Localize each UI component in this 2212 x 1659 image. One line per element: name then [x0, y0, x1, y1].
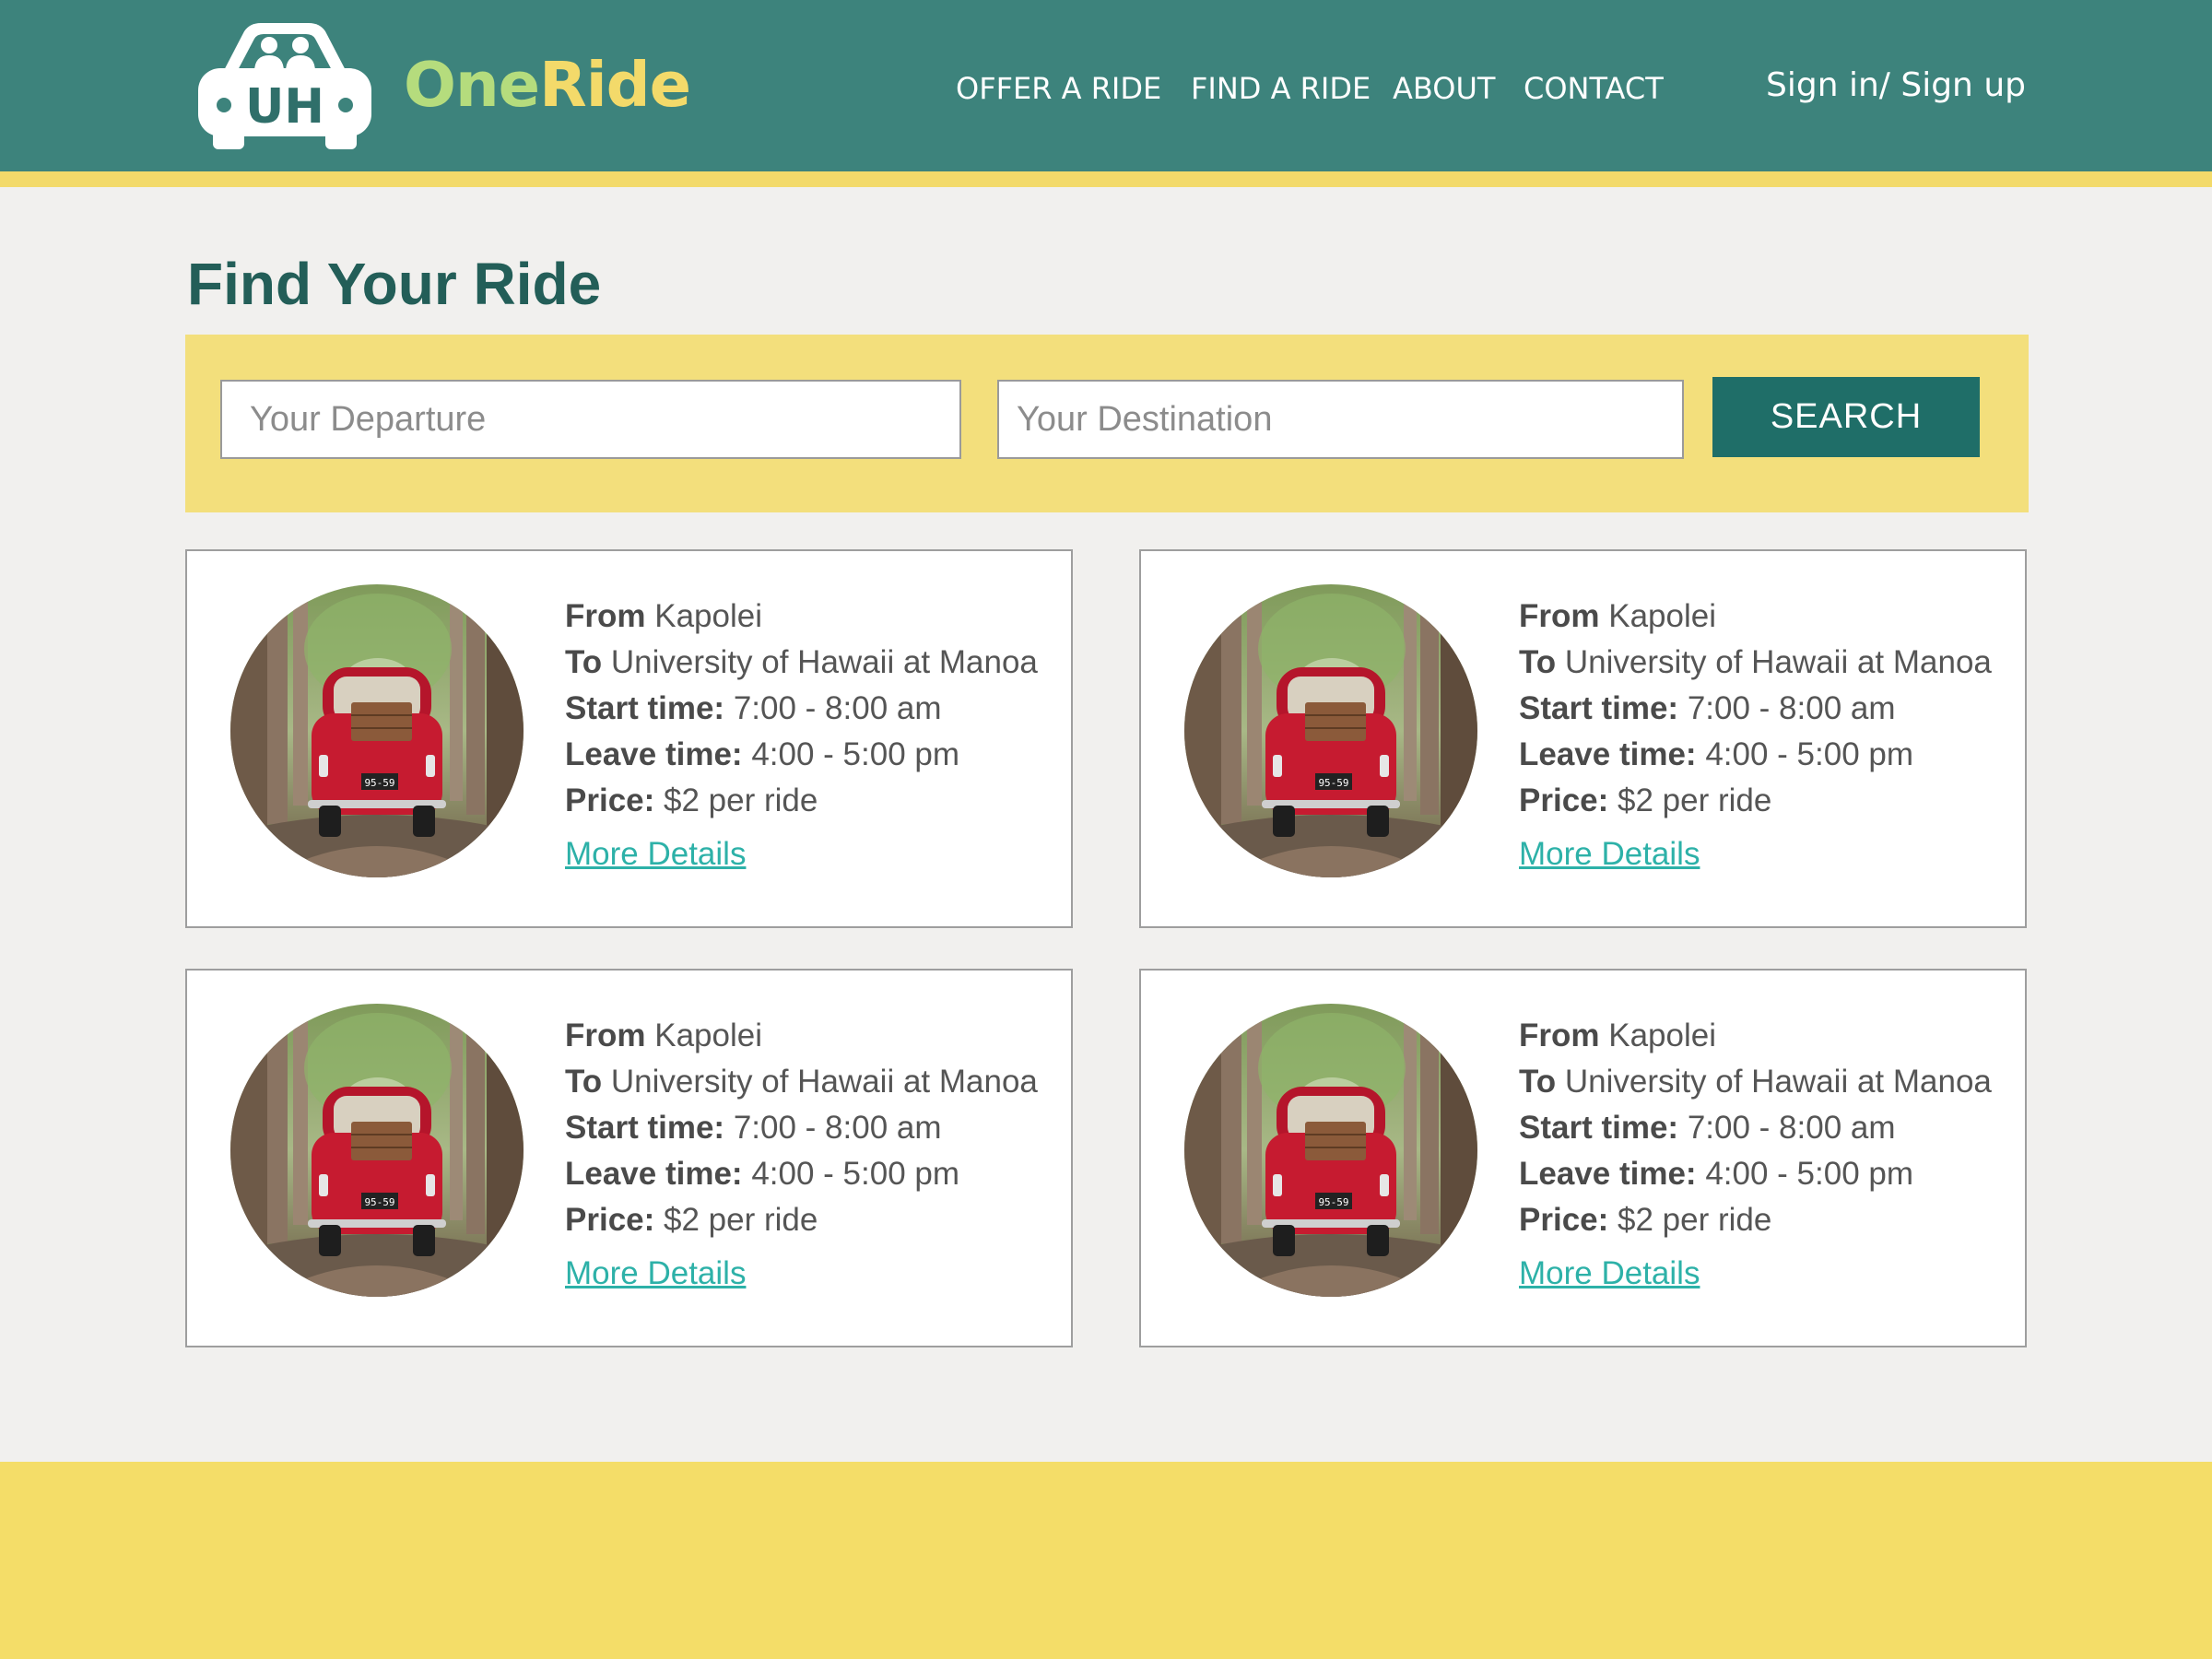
page-title: Find Your Ride: [187, 251, 602, 317]
ride-price-value: $2 per ride: [1618, 1202, 1772, 1238]
ride-leave-time: Leave time: 4:00 - 5:00 pm: [1519, 1151, 1992, 1197]
ride-price-value: $2 per ride: [664, 1202, 818, 1238]
ride-from: From Kapolei: [1519, 1013, 1992, 1059]
ride-from-label: From: [565, 1018, 646, 1053]
ride-from-label: From: [1519, 598, 1600, 634]
car-logo-icon[interactable]: UH: [196, 20, 373, 149]
nav-find-a-ride[interactable]: FIND A RIDE: [1191, 68, 1371, 109]
ride-to-label: To: [1519, 644, 1557, 680]
ride-info: From Kapolei To University of Hawaii at M…: [1519, 1013, 1992, 1293]
ride-price-label: Price:: [565, 782, 655, 818]
ride-from-value: Kapolei: [1608, 1018, 1716, 1053]
ride-leave-time-value: 4:00 - 5:00 pm: [751, 736, 960, 772]
more-details-link[interactable]: More Details: [1519, 835, 1700, 874]
ride-price-label: Price:: [1519, 1202, 1609, 1238]
ride-car-photo: 95-59: [230, 1004, 524, 1297]
ride-start-time: Start time: 7:00 - 8:00 am: [565, 686, 1038, 732]
ride-leave-time-label: Leave time:: [1519, 1156, 1697, 1192]
ride-price-value: $2 per ride: [1618, 782, 1772, 818]
header-accent-stripe: [0, 171, 2212, 187]
ride-leave-time-value: 4:00 - 5:00 pm: [751, 1156, 960, 1192]
nav-about[interactable]: ABOUT: [1393, 68, 1495, 109]
ride-price-label: Price:: [1519, 782, 1609, 818]
ride-to-label: To: [565, 1064, 603, 1100]
ride-to: To University of Hawaii at Manoa: [1519, 640, 1992, 686]
ride-start-time-label: Start time:: [1519, 1110, 1679, 1146]
search-button[interactable]: SEARCH: [1712, 377, 1980, 457]
car-plate-text: 95-59: [1318, 1196, 1348, 1208]
ride-price-value: $2 per ride: [664, 782, 818, 818]
ride-from-value: Kapolei: [1608, 598, 1716, 634]
ride-to: To University of Hawaii at Manoa: [1519, 1059, 1992, 1105]
ride-start-time-label: Start time:: [1519, 690, 1679, 726]
ride-info: From Kapolei To University of Hawaii at M…: [565, 594, 1038, 874]
ride-from: From Kapolei: [1519, 594, 1992, 640]
ride-start-time: Start time: 7:00 - 8:00 am: [1519, 686, 1992, 732]
logo-letters: UH: [245, 79, 324, 135]
more-details-link[interactable]: More Details: [565, 1254, 746, 1293]
ride-to-label: To: [565, 644, 603, 680]
ride-info: From Kapolei To University of Hawaii at M…: [565, 1013, 1038, 1293]
ride-start-time-label: Start time:: [565, 690, 725, 726]
nav-offer-a-ride[interactable]: OFFER A RIDE: [956, 68, 1161, 109]
ride-price: Price: $2 per ride: [1519, 1197, 1992, 1243]
more-details-link[interactable]: More Details: [565, 835, 746, 874]
site-footer: [0, 1462, 2212, 1659]
ride-leave-time: Leave time: 4:00 - 5:00 pm: [1519, 732, 1992, 778]
ride-card: 95-59 From Kapolei To University of Hawai…: [1139, 549, 2027, 928]
car-plate-text: 95-59: [364, 1196, 394, 1208]
ride-card: 95-59 From Kapolei To University of Hawai…: [1139, 969, 2027, 1347]
ride-card: 95-59 From Kapolei To University of Hawai…: [185, 969, 1073, 1347]
ride-to-value: University of Hawaii at Manoa: [1564, 1064, 1992, 1100]
ride-start-time-value: 7:00 - 8:00 am: [733, 1110, 942, 1146]
ride-to-value: University of Hawaii at Manoa: [610, 644, 1038, 680]
site-header: UH OneRide OFFER A RIDE FIND A RIDE ABOU…: [0, 0, 2212, 171]
ride-start-time: Start time: 7:00 - 8:00 am: [1519, 1105, 1992, 1151]
ride-start-time-value: 7:00 - 8:00 am: [733, 690, 942, 726]
car-plate-text: 95-59: [1318, 777, 1348, 789]
more-details-link[interactable]: More Details: [1519, 1254, 1700, 1293]
ride-to: To University of Hawaii at Manoa: [565, 640, 1038, 686]
ride-from-label: From: [1519, 1018, 1600, 1053]
search-bar: SEARCH: [185, 335, 2029, 512]
ride-from: From Kapolei: [565, 1013, 1038, 1059]
ride-leave-time-label: Leave time:: [565, 736, 743, 772]
ride-from-value: Kapolei: [654, 1018, 762, 1053]
signin-link[interactable]: Sign in/ Sign up: [1766, 63, 2026, 109]
brand-name-ride: Ride: [539, 49, 691, 121]
ride-car-photo: 95-59: [230, 584, 524, 877]
ride-to-label: To: [1519, 1064, 1557, 1100]
destination-input[interactable]: [997, 380, 1684, 459]
ride-to-value: University of Hawaii at Manoa: [610, 1064, 1038, 1100]
ride-start-time: Start time: 7:00 - 8:00 am: [565, 1105, 1038, 1151]
ride-start-time-value: 7:00 - 8:00 am: [1687, 1110, 1896, 1146]
ride-price: Price: $2 per ride: [565, 1197, 1038, 1243]
ride-leave-time-label: Leave time:: [1519, 736, 1697, 772]
ride-info: From Kapolei To University of Hawaii at M…: [1519, 594, 1992, 874]
brand-name-one: One: [404, 49, 540, 121]
brand-name[interactable]: OneRide: [404, 48, 691, 122]
ride-car-photo: 95-59: [1184, 584, 1477, 877]
ride-to-value: University of Hawaii at Manoa: [1564, 644, 1992, 680]
ride-leave-time-label: Leave time:: [565, 1156, 743, 1192]
departure-input[interactable]: [220, 380, 961, 459]
car-plate-text: 95-59: [364, 777, 394, 789]
ride-from-label: From: [565, 598, 646, 634]
ride-from-value: Kapolei: [654, 598, 762, 634]
ride-to: To University of Hawaii at Manoa: [565, 1059, 1038, 1105]
ride-start-time-value: 7:00 - 8:00 am: [1687, 690, 1896, 726]
ride-card: 95-59 From Kapolei To University of Hawai…: [185, 549, 1073, 928]
ride-leave-time-value: 4:00 - 5:00 pm: [1705, 736, 1914, 772]
ride-car-photo: 95-59: [1184, 1004, 1477, 1297]
ride-leave-time: Leave time: 4:00 - 5:00 pm: [565, 1151, 1038, 1197]
nav-contact[interactable]: CONTACT: [1524, 68, 1664, 109]
ride-price: Price: $2 per ride: [1519, 778, 1992, 824]
ride-from: From Kapolei: [565, 594, 1038, 640]
ride-price-label: Price:: [565, 1202, 655, 1238]
ride-leave-time-value: 4:00 - 5:00 pm: [1705, 1156, 1914, 1192]
ride-start-time-label: Start time:: [565, 1110, 725, 1146]
ride-leave-time: Leave time: 4:00 - 5:00 pm: [565, 732, 1038, 778]
ride-price: Price: $2 per ride: [565, 778, 1038, 824]
